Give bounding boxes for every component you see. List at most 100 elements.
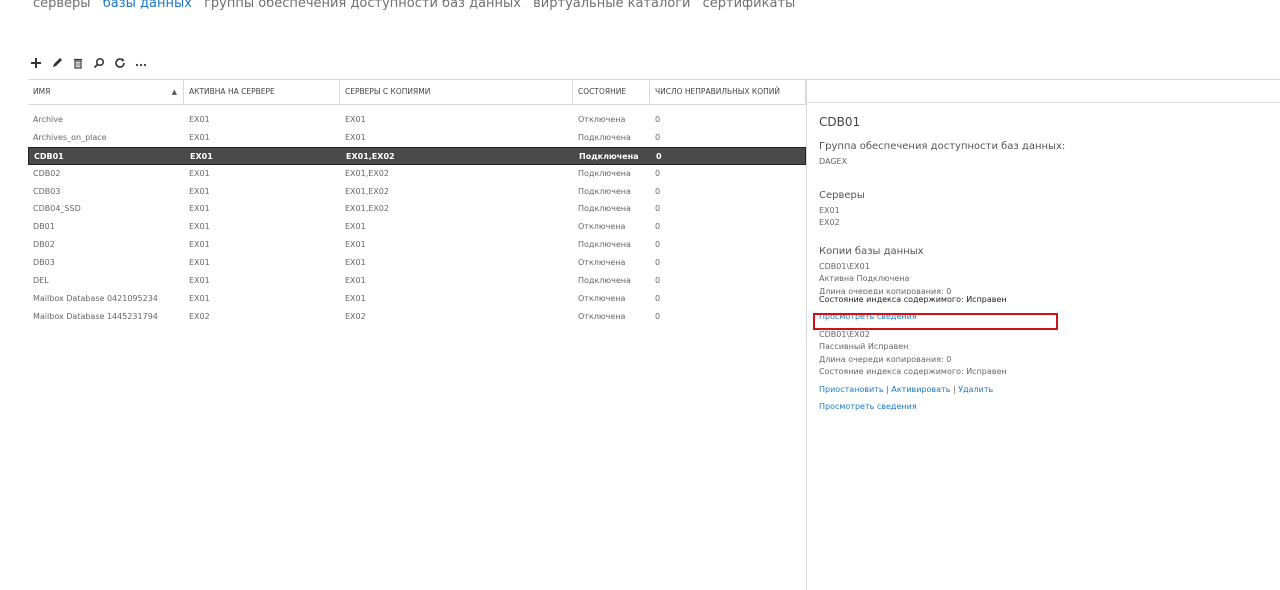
cell-status: Подключена xyxy=(578,186,631,196)
copy2-actions: Приостановить | Активировать | Удалить xyxy=(819,384,1269,397)
grid-body: Archive EX01 EX01 Отключена 0 Archives_on_pla… xyxy=(28,111,806,326)
cell-status: Подключена xyxy=(578,240,631,250)
nav-certificates[interactable]: сертификаты xyxy=(703,0,796,11)
activate-link[interactable]: Активировать xyxy=(891,385,950,394)
cell-name: CDB03 xyxy=(33,186,61,196)
cell-copy-servers: EX01 xyxy=(345,222,366,232)
table-row[interactable]: DB03 EX01 EX01 Отключена 0 xyxy=(28,254,806,272)
table-row[interactable]: CDB04_SSD EX01 EX01,EX02 Подключена 0 xyxy=(28,200,806,218)
table-row[interactable]: Mailbox Database 0421095234 EX01 EX01 Отклю… xyxy=(28,290,806,308)
copy2-name: CDB01\EX02 xyxy=(819,329,870,339)
cell-name: CDB02 xyxy=(33,168,61,178)
details-pane: CDB01 Группа обеспечения доступности баз… xyxy=(819,115,1269,414)
server-item: EX01 xyxy=(819,205,840,215)
table-row[interactable]: Archive EX01 EX01 Отключена 0 xyxy=(28,111,806,129)
nav-dag[interactable]: группы обеспечения доступности баз данны… xyxy=(204,0,521,11)
cell-copy-servers: EX01,EX02 xyxy=(345,204,389,214)
copies-label: Копии базы данных xyxy=(819,245,924,257)
cell-status: Отключена xyxy=(578,115,626,124)
cell-bad-copies: 0 xyxy=(656,151,662,161)
cell-name: Archive xyxy=(33,115,63,124)
cell-copy-servers: EX01 xyxy=(345,132,366,142)
copy1-index-state: Состояние индекса содержимого: Исправен xyxy=(819,294,1007,304)
cell-copy-servers: EX02 xyxy=(345,311,366,321)
copy2-index-state: Состояние индекса содержимого: Исправен xyxy=(819,367,1007,376)
table-row[interactable]: CDB02 EX01 EX01,EX02 Подключена 0 xyxy=(28,165,806,183)
cell-copy-servers: EX01 xyxy=(345,293,366,303)
table-row[interactable]: DB01 EX01 EX01 Отключена 0 xyxy=(28,218,806,236)
delete-link[interactable]: Удалить xyxy=(958,385,993,394)
cell-status: Отключена xyxy=(578,293,626,303)
cell-status: Подключена xyxy=(578,276,631,286)
cell-active-server: EX01 xyxy=(189,168,210,178)
cell-copy-servers: EX01 xyxy=(345,258,366,268)
cell-name: DB03 xyxy=(33,258,55,268)
cell-name: DEL xyxy=(33,276,49,286)
servers-label: Серверы xyxy=(819,189,865,201)
cell-status: Подключена xyxy=(579,151,639,161)
table-row[interactable]: CDB03 EX01 EX01,EX02 Подключена 0 xyxy=(28,183,806,201)
copy2-status: Пассивный Исправен xyxy=(819,342,909,351)
column-header-bad-copies[interactable]: ЧИСЛО НЕПРАВИЛЬНЫХ КОПИЙ xyxy=(650,80,806,104)
cell-name: DB02 xyxy=(33,240,55,250)
copy1-status: Активна Подключена xyxy=(819,274,910,283)
cell-name: Archives_on_place xyxy=(33,132,107,142)
dag-label: Группа обеспечения доступности баз данны… xyxy=(819,141,1066,152)
pane-divider xyxy=(806,79,807,590)
cell-bad-copies: 0 xyxy=(655,186,661,196)
suspend-link[interactable]: Приостановить xyxy=(819,385,884,394)
cell-active-server: EX01 xyxy=(189,204,210,214)
details-header-strip xyxy=(806,79,1280,103)
cell-copy-servers: EX01,EX02 xyxy=(345,168,389,178)
column-header-active-server[interactable]: АКТИВНА НА СЕРВЕРЕ xyxy=(184,80,340,104)
cell-bad-copies: 0 xyxy=(655,240,661,250)
nav-servers[interactable]: серверы xyxy=(33,0,91,11)
table-row[interactable]: Mailbox Database 1445231794 EX02 EX02 Отклю… xyxy=(28,308,806,326)
toolbar xyxy=(28,55,149,71)
table-row[interactable]: DB02 EX01 EX01 Подключена 0 xyxy=(28,236,806,254)
highlight-box xyxy=(813,313,1058,330)
cell-active-server: EX01 xyxy=(189,115,210,124)
delete-icon[interactable] xyxy=(70,55,86,71)
cell-status: Подключена xyxy=(578,168,631,178)
cell-bad-copies: 0 xyxy=(655,132,661,142)
cell-bad-copies: 0 xyxy=(655,293,661,303)
cell-copy-servers: EX01,EX02 xyxy=(346,151,395,161)
edit-icon[interactable] xyxy=(49,55,65,71)
table-row[interactable]: Archives_on_place EX01 EX01 Подключена 0 xyxy=(28,129,806,147)
cell-active-server: EX01 xyxy=(189,222,210,232)
refresh-icon[interactable] xyxy=(112,55,128,71)
cell-active-server: EX01 xyxy=(189,276,210,286)
cell-status: Подключена xyxy=(578,132,631,142)
cell-name: Mailbox Database 0421095234 xyxy=(33,293,158,303)
nav-databases[interactable]: базы данных xyxy=(103,0,192,11)
copy1-queue: Длина очереди копирования: 0 xyxy=(819,286,952,294)
cell-status: Отключена xyxy=(578,222,626,232)
cell-status: Отключена xyxy=(578,258,626,268)
column-header-copy-servers[interactable]: СЕРВЕРЫ С КОПИЯМИ xyxy=(340,80,573,104)
cell-active-server: EX01 xyxy=(189,240,210,250)
cell-bad-copies: 0 xyxy=(655,311,661,321)
search-icon[interactable] xyxy=(91,55,107,71)
nav-virtual-directories[interactable]: виртуальные каталоги xyxy=(533,0,690,11)
server-item: EX02 xyxy=(819,218,840,227)
cell-name: DB01 xyxy=(33,222,55,232)
table-row[interactable]: DEL EX01 EX01 Подключена 0 xyxy=(28,272,806,290)
more-icon[interactable] xyxy=(133,55,149,71)
cell-bad-copies: 0 xyxy=(655,222,661,232)
table-row[interactable]: CDB01 EX01 EX01,EX02 Подключена 0 xyxy=(28,146,806,165)
cell-bad-copies: 0 xyxy=(655,168,661,178)
column-header-status[interactable]: СОСТОЯНИЕ xyxy=(573,80,650,104)
copy1-name: CDB01\EX01 xyxy=(819,261,870,271)
link-separator: | xyxy=(886,384,889,394)
cell-copy-servers: EX01,EX02 xyxy=(345,186,389,196)
link-separator: | xyxy=(952,384,956,394)
cell-bad-copies: 0 xyxy=(655,204,661,214)
sort-ascending-icon: ▲ xyxy=(171,88,177,96)
cell-status: Отключена xyxy=(578,311,626,321)
copy2-view-details-link[interactable]: Просмотреть сведения xyxy=(819,401,1269,414)
grid-header: ИМЯ ▲ АКТИВНА НА СЕРВЕРЕ СЕРВЕРЫ С КОПИЯ… xyxy=(28,79,806,105)
add-icon[interactable] xyxy=(28,55,44,71)
column-header-name[interactable]: ИМЯ ▲ xyxy=(28,80,184,104)
cell-bad-copies: 0 xyxy=(655,276,661,286)
